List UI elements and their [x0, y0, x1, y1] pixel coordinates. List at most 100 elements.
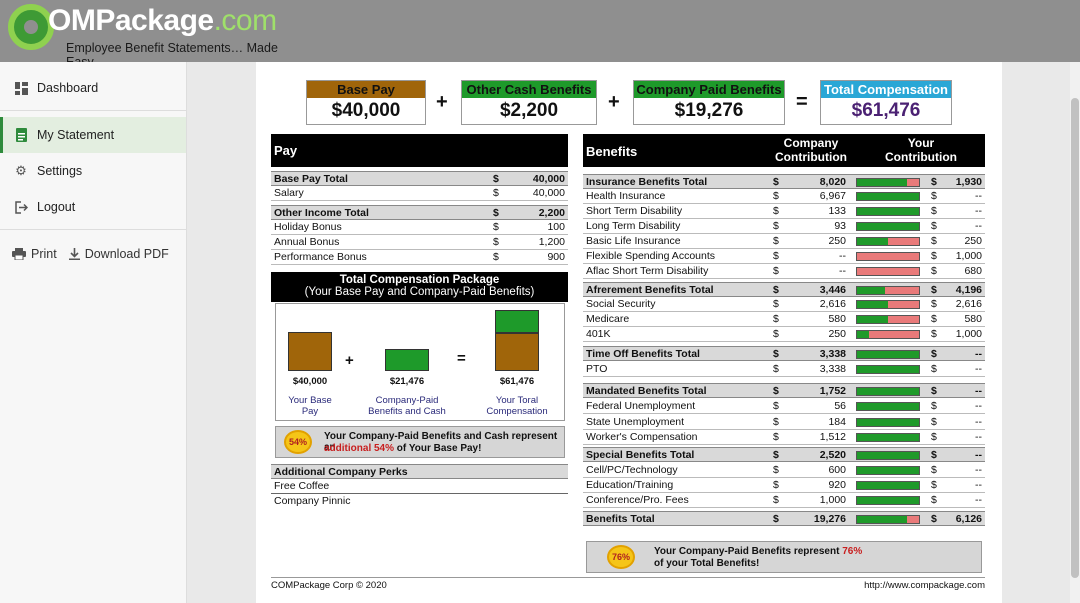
- company-share-fill: [857, 452, 919, 459]
- company-share-fill: [857, 434, 919, 441]
- contribution-bar: [856, 418, 920, 427]
- benefits-note: 76% Your Company-Paid Benefits represent…: [586, 541, 982, 573]
- contribution-bar: [856, 192, 920, 201]
- contribution-bar: [856, 365, 920, 374]
- sidebar-item-label: My Statement: [37, 128, 115, 142]
- total-compensation-label: Total Compensation: [821, 81, 951, 98]
- table-row: PTO $3,338 $ --: [583, 362, 985, 377]
- your-value: 1,000: [955, 250, 982, 262]
- sidebar-actions: Print Download PDF: [12, 247, 169, 261]
- pay-total-row: Other Income Total $2,200: [271, 205, 568, 220]
- currency-symbol: $: [493, 173, 499, 185]
- other-cash-value: $2,200: [499, 100, 559, 121]
- table-row: Aflac Short Term Disability $ -- $680: [583, 264, 985, 279]
- download-pdf-button[interactable]: Download PDF: [68, 247, 169, 261]
- row-value: 40,000: [532, 187, 565, 199]
- row-label: Benefits Total: [586, 513, 655, 525]
- row-value: 100: [547, 221, 565, 233]
- company-share-fill: [857, 223, 919, 230]
- currency-symbol: $: [931, 479, 937, 491]
- contribution-bar: [856, 237, 920, 246]
- company-value: 56: [834, 400, 846, 412]
- currency-symbol: $: [773, 479, 779, 491]
- your-value: --: [975, 464, 982, 476]
- benefits-total-row: Mandated Benefits Total $1,752 $ --: [583, 383, 985, 398]
- currency-symbol: $: [931, 464, 937, 476]
- row-label: Long Term Disability: [586, 220, 681, 232]
- table-row: Conference/Pro. Fees $1,000 $ --: [583, 493, 985, 508]
- currency-symbol: $: [773, 328, 779, 340]
- your-value: 680: [964, 265, 982, 277]
- sidebar-item-my-statement[interactable]: My Statement: [0, 117, 186, 153]
- base-pay-note: 54% Your Company-Paid Benefits and Cash …: [275, 426, 565, 458]
- sidebar-item-dashboard[interactable]: Dashboard: [0, 70, 186, 106]
- compackage-logo[interactable]: OMPackage.com Employee Benefit Statement…: [8, 2, 298, 69]
- benefits-title: Benefits: [586, 144, 638, 159]
- your-value: --: [975, 363, 982, 375]
- company-share-fill: [857, 208, 919, 215]
- table-row: Federal Unemployment $56 $ --: [583, 399, 985, 414]
- contribution-bar: [856, 451, 920, 460]
- note-line-2: of Your Base Pay!: [394, 443, 482, 454]
- row-label: Conference/Pro. Fees: [586, 494, 689, 506]
- company-value: $21,476: [389, 376, 425, 387]
- footer-website-link[interactable]: http://www.compackage.com: [864, 580, 985, 591]
- your-value: 580: [964, 313, 982, 325]
- package-graphic: + = $40,000 Your Base Pay $21,476 Compan…: [275, 303, 565, 421]
- company-share-fill: [857, 366, 919, 373]
- other-cash-summary: Other Cash Benefits $2,200: [461, 80, 597, 125]
- company-share-fill: [857, 403, 919, 410]
- list-item: Free Coffee: [271, 479, 568, 494]
- sidebar-item-logout[interactable]: Logout: [0, 189, 186, 225]
- company-value: 8,020: [819, 176, 846, 188]
- company-share-fill: [857, 516, 907, 523]
- currency-symbol: $: [931, 176, 937, 188]
- currency-symbol: $: [773, 235, 779, 247]
- benefits-total-row: Benefits Total $19,276 $6,126: [583, 511, 985, 526]
- row-value: 900: [547, 251, 565, 263]
- contribution-bar: [856, 387, 920, 396]
- row-label: Mandated Benefits Total: [586, 385, 707, 397]
- logout-icon: [13, 199, 29, 215]
- company-value: 2,520: [819, 449, 846, 461]
- currency-symbol: $: [773, 363, 779, 375]
- row-label: PTO: [586, 363, 608, 375]
- row-label: Time Off Benefits Total: [586, 348, 700, 360]
- currency-symbol: $: [773, 190, 779, 202]
- your-value: --: [975, 220, 982, 232]
- total-caption: Your Toral Compensation: [486, 395, 548, 417]
- percent-badge: 54%: [284, 430, 312, 454]
- contribution-bar: [856, 178, 920, 187]
- company-share-fill: [857, 467, 919, 474]
- scrollbar-thumb[interactable]: [1071, 98, 1079, 578]
- print-label: Print: [31, 247, 57, 261]
- company-value: 250: [828, 235, 846, 247]
- company-share-fill: [857, 287, 885, 294]
- currency-symbol: $: [931, 235, 937, 247]
- row-label: Federal Unemployment: [586, 400, 696, 412]
- currency-symbol: $: [931, 328, 937, 340]
- currency-symbol: $: [931, 400, 937, 412]
- row-label: Flexible Spending Accounts: [586, 250, 715, 262]
- company-value: 1,000: [819, 494, 846, 506]
- contribution-bar: [856, 350, 920, 359]
- company-share-fill: [857, 482, 919, 489]
- perk-label: Company Pinnic: [274, 495, 351, 507]
- company-share-fill: [857, 193, 919, 200]
- note-line-1: Your Company-Paid Benefits represent: [654, 546, 843, 557]
- row-label: Cell/PC/Technology: [586, 464, 678, 476]
- row-label: Insurance Benefits Total: [586, 176, 708, 188]
- company-share-fill: [857, 238, 888, 245]
- sidebar-item-settings[interactable]: ⚙ Settings: [0, 153, 186, 189]
- row-label: Other Income Total: [274, 207, 369, 219]
- contribution-bar: [856, 207, 920, 216]
- divider: [0, 110, 186, 111]
- currency-symbol: $: [931, 449, 937, 461]
- row-label: 401K: [586, 328, 611, 340]
- download-label: Download PDF: [84, 247, 169, 261]
- row-label: Social Security: [586, 298, 656, 310]
- print-button[interactable]: Print: [12, 247, 57, 261]
- company-paid-value: $19,276: [674, 100, 744, 121]
- note-highlight: additional 54%: [324, 443, 395, 454]
- currency-symbol: $: [931, 385, 937, 397]
